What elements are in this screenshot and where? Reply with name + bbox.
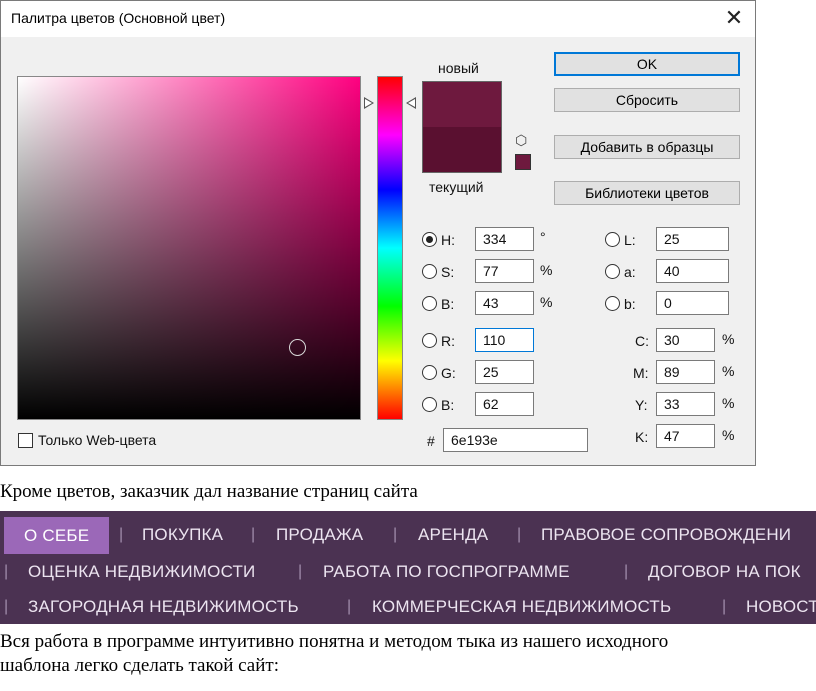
blue-radio[interactable] [422, 397, 437, 412]
color-field-cursor[interactable] [289, 339, 306, 356]
hue-radio[interactable] [422, 232, 437, 247]
red-radio[interactable] [422, 333, 437, 348]
current-color-label: текущий [429, 179, 484, 195]
current-color-swatch[interactable] [422, 127, 502, 173]
hex-label: # [427, 433, 435, 449]
lab-b-input[interactable]: 0 [656, 291, 729, 315]
menu-separator: | [4, 598, 9, 615]
menu-item-purchase-agreement[interactable]: ДОГОВОР НА ПОК [648, 554, 801, 590]
paragraph-intro-line-1: Вся работа в программе интуитивно понятн… [0, 631, 669, 652]
site-menu-preview: О СЕБЕ | ПОКУПКА | ПРОДАЖА | АРЕНДА | ПР… [0, 511, 816, 624]
cyan-unit: % [722, 331, 735, 347]
menu-item-purchase[interactable]: ПОКУПКА [142, 517, 223, 553]
lab-b-radio[interactable] [605, 296, 620, 311]
saturation-input[interactable]: 77 [475, 259, 534, 283]
menu-separator: | [624, 563, 629, 580]
menu-separator: | [298, 563, 303, 580]
web-safe-cube-icon[interactable]: ⬡ [515, 133, 527, 149]
color-libraries-button[interactable]: Библиотеки цветов [554, 181, 740, 205]
menu-separator: | [393, 526, 398, 543]
cyan-label: C: [635, 333, 649, 349]
black-input[interactable]: 47 [656, 424, 715, 448]
lab-a-label: a: [624, 264, 636, 280]
lab-a-radio[interactable] [605, 264, 620, 279]
menu-separator: | [722, 598, 727, 615]
hue-unit: ° [540, 229, 546, 245]
brightness-unit: % [540, 294, 553, 310]
add-to-swatches-button[interactable]: Добавить в образцы [554, 135, 740, 159]
paragraph-site-pages: Кроме цветов, заказчик дал название стра… [0, 481, 418, 502]
web-safe-color-swatch[interactable] [515, 154, 531, 170]
menu-separator: | [251, 526, 256, 543]
brightness-radio[interactable] [422, 296, 437, 311]
hex-input[interactable]: 6e193e [443, 428, 588, 452]
hue-label: H: [441, 232, 455, 248]
menu-item-commercial-property[interactable]: КОММЕРЧЕСКАЯ НЕДВИЖИМОСТЬ [372, 589, 671, 624]
black-label: K: [635, 429, 649, 445]
new-color-label: новый [438, 60, 479, 76]
reset-button[interactable]: Сбросить [554, 88, 740, 112]
dialog-title: Палитра цветов (Основной цвет) [11, 10, 226, 26]
magenta-input[interactable]: 89 [656, 360, 715, 384]
menu-item-sale[interactable]: ПРОДАЖА [276, 517, 363, 553]
color-picker-dialog: Палитра цветов (Основной цвет) ✕ новый т… [0, 0, 756, 466]
saturation-radio[interactable] [422, 264, 437, 279]
blue-input[interactable]: 62 [475, 392, 534, 416]
yellow-unit: % [722, 395, 735, 411]
lab-b-label: b: [624, 296, 636, 312]
hue-slider-left-arrow-icon[interactable] [364, 97, 374, 109]
menu-separator: | [347, 598, 352, 615]
menu-item-state-program[interactable]: РАБОТА ПО ГОСПРОГРАММЕ [323, 554, 570, 590]
yellow-label: Y: [635, 397, 648, 413]
red-input[interactable]: 110 [475, 328, 534, 352]
magenta-unit: % [722, 363, 735, 379]
red-label: R: [441, 333, 455, 349]
saturation-unit: % [540, 262, 553, 278]
menu-separator: | [4, 563, 9, 580]
hue-input[interactable]: 334 [475, 227, 534, 251]
lab-a-input[interactable]: 40 [656, 259, 729, 283]
magenta-label: M: [633, 365, 649, 381]
lab-l-label: L: [624, 232, 636, 248]
menu-item-news[interactable]: НОВОСТ [746, 589, 816, 624]
menu-item-valuation[interactable]: ОЦЕНКА НЕДВИЖИМОСТИ [28, 554, 255, 590]
menu-row: | ЗАГОРОДНАЯ НЕДВИЖИМОСТЬ | КОММЕРЧЕСКАЯ… [0, 589, 816, 624]
title-bar: Палитра цветов (Основной цвет) ✕ [1, 1, 755, 37]
black-unit: % [722, 427, 735, 443]
paragraph-intro-line-2: шаблона легко сделать такой сайт: [0, 655, 279, 676]
brightness-input[interactable]: 43 [475, 291, 534, 315]
hue-slider-right-arrow-icon[interactable] [406, 97, 416, 109]
web-colors-only-label: Только Web-цвета [38, 432, 157, 448]
cyan-input[interactable]: 30 [656, 328, 715, 352]
green-input[interactable]: 25 [475, 360, 534, 384]
menu-item-about[interactable]: О СЕБЕ [4, 517, 110, 554]
lab-l-radio[interactable] [605, 232, 620, 247]
yellow-input[interactable]: 33 [656, 392, 715, 416]
menu-item-rent[interactable]: АРЕНДА [418, 517, 488, 553]
green-radio[interactable] [422, 365, 437, 380]
menu-separator: | [517, 526, 522, 543]
web-colors-only-checkbox[interactable] [18, 433, 33, 448]
hue-slider[interactable] [377, 76, 403, 420]
new-color-swatch [422, 81, 502, 127]
menu-row: О СЕБЕ | ПОКУПКА | ПРОДАЖА | АРЕНДА | ПР… [0, 517, 816, 554]
saturation-label: S: [441, 264, 455, 280]
menu-item-legal-support[interactable]: ПРАВОВОЕ СОПРОВОЖДЕНИ [541, 517, 791, 553]
color-field[interactable] [17, 76, 361, 420]
brightness-label: B: [441, 296, 455, 312]
close-icon[interactable]: ✕ [721, 6, 747, 32]
menu-row: | ОЦЕНКА НЕДВИЖИМОСТИ | РАБОТА ПО ГОСПРО… [0, 554, 816, 590]
blue-label: B: [441, 397, 455, 413]
ok-button[interactable]: OK [554, 52, 740, 76]
green-label: G: [441, 365, 456, 381]
lab-l-input[interactable]: 25 [656, 227, 729, 251]
menu-item-country-property[interactable]: ЗАГОРОДНАЯ НЕДВИЖИМОСТЬ [28, 589, 299, 624]
menu-separator: | [119, 526, 124, 543]
